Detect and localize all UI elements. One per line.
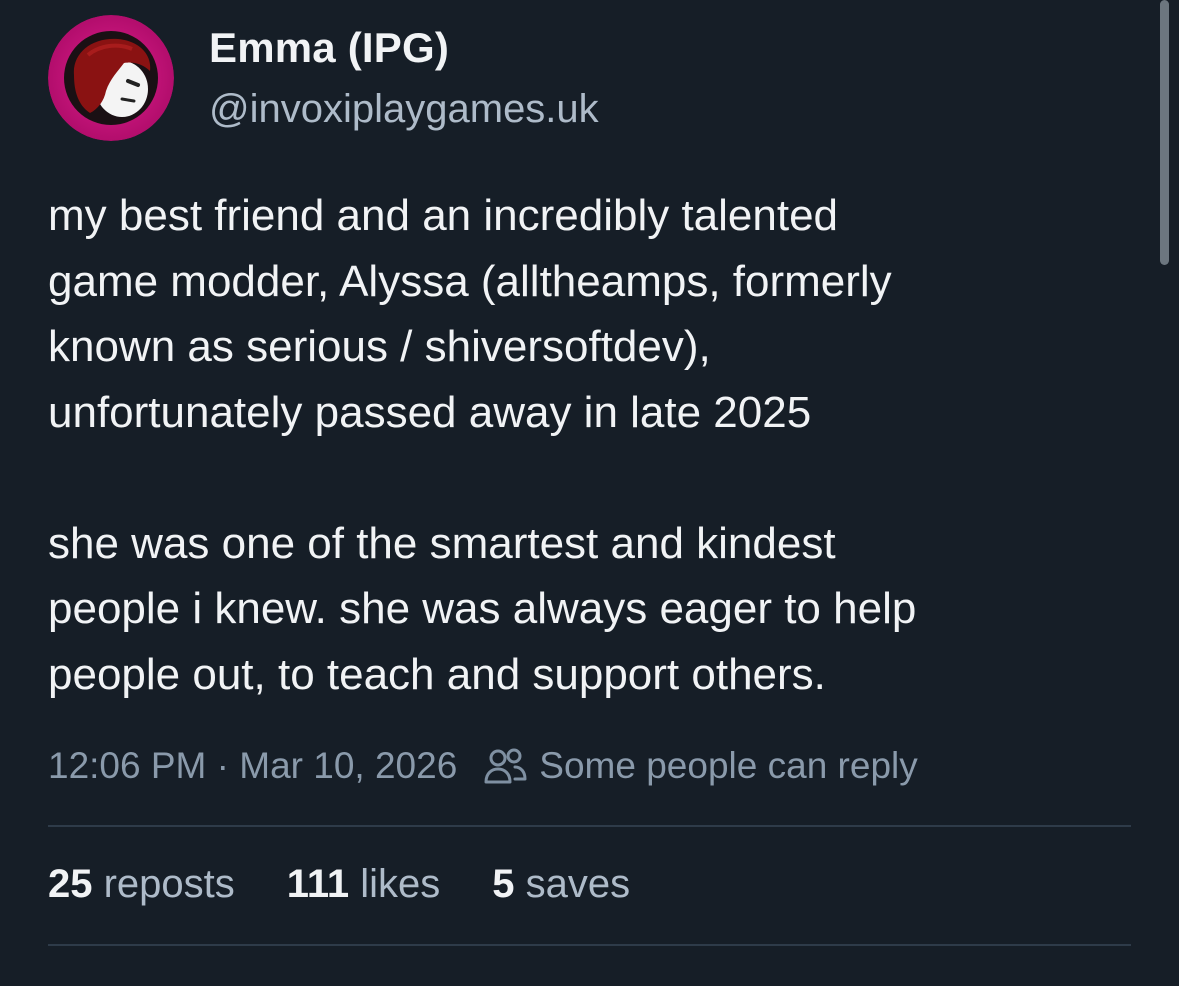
saves-stat[interactable]: 5 saves: [492, 862, 630, 907]
author-avatar[interactable]: [48, 15, 174, 141]
post-time[interactable]: 12:06 PM: [48, 745, 206, 787]
divider: [48, 944, 1131, 946]
post-paragraph: my best friend and an incredibly talente…: [48, 191, 892, 437]
engagement-stats: 25 reposts 111 likes 5 saves: [48, 862, 682, 907]
reposts-stat[interactable]: 25 reposts: [48, 862, 235, 907]
saves-label: saves: [525, 862, 631, 906]
saves-count: 5: [492, 862, 526, 906]
likes-count: 111: [286, 862, 361, 906]
post-paragraph: she was one of the smartest and kindest …: [48, 518, 917, 699]
author-handle[interactable]: @invoxiplaygames.uk: [209, 87, 599, 132]
author-display-name[interactable]: Emma (IPG): [209, 24, 449, 72]
likes-label: likes: [360, 862, 441, 906]
avatar-red-hair-cartoon-icon: [48, 15, 174, 141]
reply-setting-link[interactable]: Some people can reply: [539, 745, 917, 787]
scrollbar-thumb[interactable]: [1160, 0, 1169, 265]
meta-separator: ·: [216, 745, 229, 786]
post-text: my best friend and an incredibly talente…: [48, 183, 1138, 707]
post-thread-item: Emma (IPG) @invoxiplaygames.uk my best f…: [0, 0, 1179, 986]
people-icon: [484, 748, 527, 784]
reposts-count: 25: [48, 862, 104, 906]
likes-stat[interactable]: 111 likes: [287, 862, 440, 907]
post-date[interactable]: Mar 10, 2026: [239, 745, 457, 787]
post-meta: 12:06 PM · Mar 10, 2026 Some people can …: [48, 741, 918, 791]
divider: [48, 825, 1131, 827]
reposts-label: reposts: [103, 862, 235, 906]
